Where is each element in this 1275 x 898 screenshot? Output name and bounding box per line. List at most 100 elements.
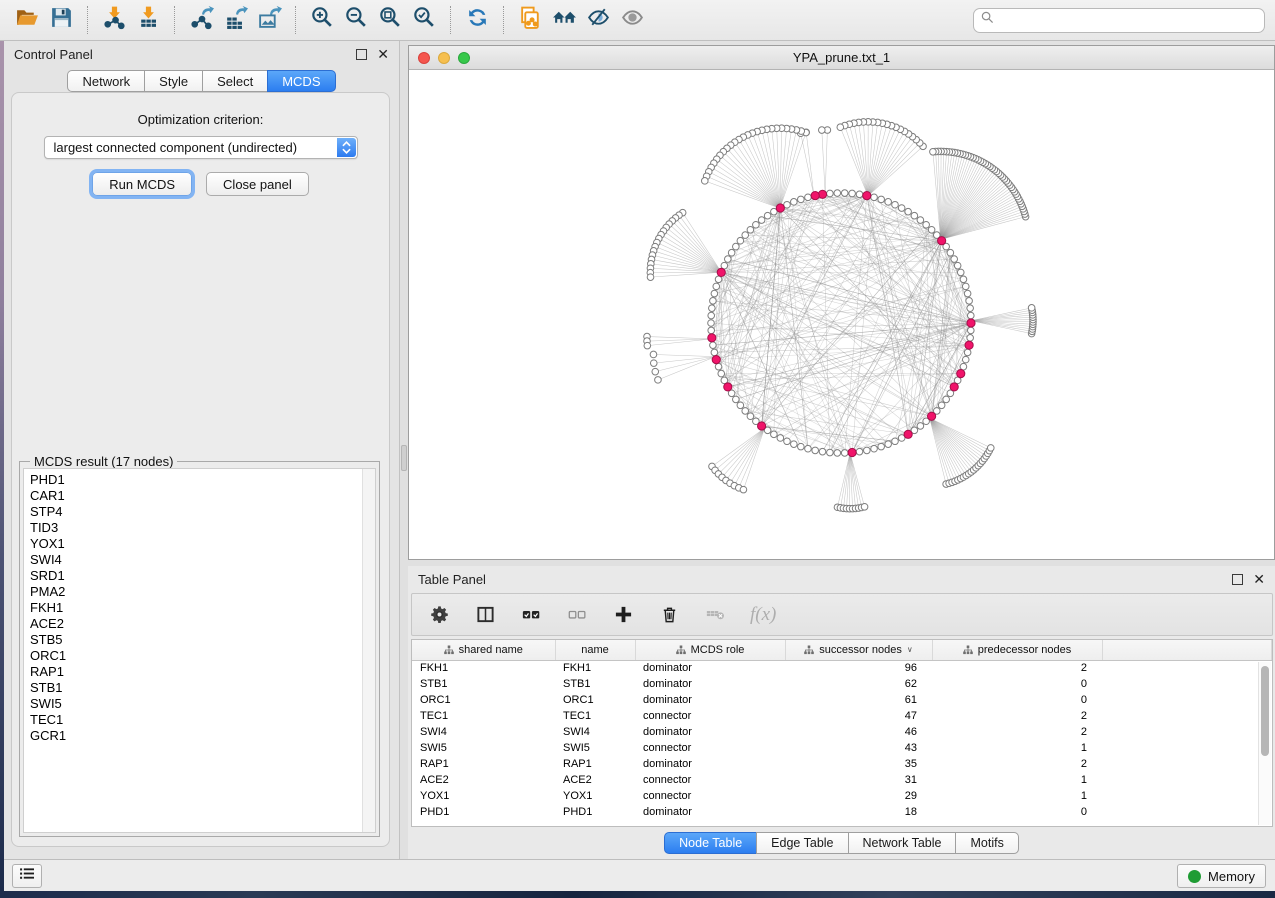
cell-mcds-role[interactable]: connector: [635, 708, 785, 724]
cell-mcds-role[interactable]: dominator: [635, 804, 785, 820]
cell-predecessor-nodes[interactable]: 2: [932, 708, 1102, 724]
graph-node[interactable]: [964, 349, 971, 356]
delete-icon[interactable]: [658, 604, 680, 626]
graph-leaf-node[interactable]: [644, 342, 651, 349]
tab-network-table[interactable]: Network Table: [848, 832, 956, 854]
column-view-icon[interactable]: [474, 604, 496, 626]
cell-name[interactable]: YOX1: [555, 788, 635, 804]
cell-predecessor-nodes[interactable]: 0: [932, 804, 1102, 820]
mcds-result-item[interactable]: ORC1: [30, 648, 375, 664]
mcds-result-item[interactable]: STB1: [30, 680, 375, 696]
graph-node[interactable]: [871, 445, 878, 452]
table-scrollbar-thumb[interactable]: [1261, 666, 1269, 756]
mcds-result-scrollbar[interactable]: [362, 469, 375, 832]
graph-mcds-hub-node[interactable]: [811, 191, 819, 199]
network-canvas[interactable]: [409, 70, 1274, 559]
cell-shared-name[interactable]: YOX1: [412, 788, 555, 804]
graph-leaf-node[interactable]: [987, 445, 994, 452]
graph-node[interactable]: [791, 441, 798, 448]
cell-successor-nodes[interactable]: 61: [785, 692, 932, 708]
table-row[interactable]: ORC1ORC1dominator610: [412, 692, 1272, 708]
cell-shared-name[interactable]: FKH1: [412, 660, 555, 676]
col-header-successor-nodes[interactable]: successor nodes∨: [785, 640, 932, 660]
graph-node[interactable]: [954, 262, 961, 269]
open-file-button[interactable]: [10, 3, 44, 37]
graph-mcds-hub-node[interactable]: [904, 430, 912, 438]
graph-node[interactable]: [827, 449, 834, 456]
graph-node[interactable]: [841, 190, 848, 197]
mcds-result-item[interactable]: TEC1: [30, 712, 375, 728]
graph-node[interactable]: [708, 312, 715, 319]
cell-name[interactable]: PHD1: [555, 804, 635, 820]
graph-node[interactable]: [856, 191, 863, 198]
cell-predecessor-nodes[interactable]: 2: [932, 660, 1102, 676]
cell-predecessor-nodes[interactable]: 2: [932, 724, 1102, 740]
graph-node[interactable]: [962, 356, 969, 363]
graph-mcds-hub-node[interactable]: [928, 412, 936, 420]
run-mcds-button[interactable]: Run MCDS: [92, 172, 192, 196]
cell-shared-name[interactable]: ACE2: [412, 772, 555, 788]
mcds-result-item[interactable]: SWI4: [30, 552, 375, 568]
cell-predecessor-nodes[interactable]: 1: [932, 772, 1102, 788]
cell-predecessor-nodes[interactable]: 0: [932, 676, 1102, 692]
graph-node[interactable]: [715, 363, 722, 370]
export-network-button[interactable]: [184, 3, 218, 37]
graph-leaf-node[interactable]: [740, 486, 747, 493]
graph-node[interactable]: [962, 283, 969, 290]
mcds-result-item[interactable]: PHD1: [30, 472, 375, 488]
cell-mcds-role[interactable]: dominator: [635, 692, 785, 708]
table-row[interactable]: SWI5SWI5connector431: [412, 740, 1272, 756]
cell-successor-nodes[interactable]: 29: [785, 788, 932, 804]
cell-mcds-role[interactable]: connector: [635, 740, 785, 756]
graph-node[interactable]: [871, 194, 878, 201]
graph-mcds-hub-node[interactable]: [957, 370, 965, 378]
mcds-result-item[interactable]: TID3: [30, 520, 375, 536]
graph-node[interactable]: [747, 226, 754, 233]
graph-node[interactable]: [819, 448, 826, 455]
graph-leaf-node[interactable]: [647, 274, 654, 281]
refresh-layout-button[interactable]: [460, 3, 494, 37]
close-table-panel-icon[interactable]: ✕: [1253, 574, 1265, 585]
mcds-result-item[interactable]: ACE2: [30, 616, 375, 632]
graph-node[interactable]: [709, 305, 716, 312]
cell-successor-nodes[interactable]: 46: [785, 724, 932, 740]
cell-successor-nodes[interactable]: 43: [785, 740, 932, 756]
hide-selection-button[interactable]: [581, 3, 615, 37]
mcds-result-item[interactable]: SRD1: [30, 568, 375, 584]
graph-node[interactable]: [747, 413, 754, 420]
graph-leaf-node[interactable]: [1028, 305, 1035, 312]
graph-node[interactable]: [885, 199, 892, 206]
cell-shared-name[interactable]: STB1: [412, 676, 555, 692]
import-network-button[interactable]: [97, 3, 131, 37]
graph-leaf-node[interactable]: [837, 124, 844, 131]
graph-mcds-hub-node[interactable]: [848, 448, 856, 456]
tab-select[interactable]: Select: [202, 70, 267, 92]
cell-successor-nodes[interactable]: 18: [785, 804, 932, 820]
mcds-result-item[interactable]: SWI5: [30, 696, 375, 712]
import-table-button[interactable]: [131, 3, 165, 37]
vertical-splitter[interactable]: [400, 41, 408, 859]
graph-node[interactable]: [864, 447, 871, 454]
cell-name[interactable]: STB1: [555, 676, 635, 692]
cell-shared-name[interactable]: SWI5: [412, 740, 555, 756]
graph-node[interactable]: [898, 205, 905, 212]
col-header-shared-name[interactable]: shared name: [412, 640, 555, 660]
graph-mcds-hub-node[interactable]: [863, 191, 871, 199]
graph-node[interactable]: [966, 298, 973, 305]
graph-node[interactable]: [947, 249, 954, 256]
export-table-button[interactable]: [218, 3, 252, 37]
settings-gear-icon[interactable]: [428, 604, 450, 626]
cell-name[interactable]: ORC1: [555, 692, 635, 708]
cell-successor-nodes[interactable]: 35: [785, 756, 932, 772]
cell-shared-name[interactable]: RAP1: [412, 756, 555, 772]
graph-node[interactable]: [967, 335, 974, 342]
graph-node[interactable]: [753, 221, 760, 228]
graph-mcds-hub-node[interactable]: [724, 383, 732, 391]
save-session-button[interactable]: [44, 3, 78, 37]
graph-node[interactable]: [737, 402, 744, 409]
table-row[interactable]: PHD1PHD1dominator180: [412, 804, 1272, 820]
graph-mcds-hub-node[interactable]: [818, 190, 826, 198]
graph-mcds-hub-node[interactable]: [776, 204, 784, 212]
graph-node[interactable]: [834, 450, 841, 457]
graph-node[interactable]: [742, 232, 749, 239]
